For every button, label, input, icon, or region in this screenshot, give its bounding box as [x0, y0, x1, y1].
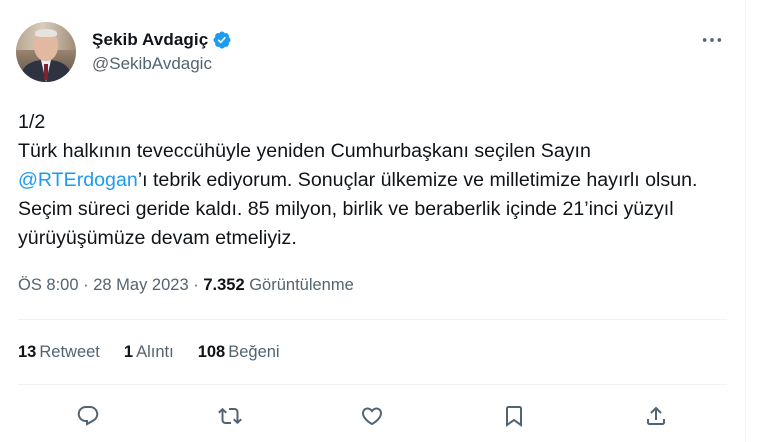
tweet-header: Şekib Avdagiç @SekibAvdagic: [16, 22, 232, 82]
retweets-count: 13: [18, 343, 37, 361]
views-label: Görüntülenme: [249, 276, 354, 294]
thread-index: 1/2: [18, 111, 46, 133]
retweets-label: Retweet: [39, 343, 100, 361]
share-button[interactable]: [636, 396, 676, 436]
meta-separator: ·: [83, 276, 89, 294]
tweet-date[interactable]: 28 May 2023: [93, 276, 188, 294]
retweet-button[interactable]: [210, 396, 250, 436]
tweet-card: Şekib Avdagiç @SekibAvdagic 1/2 Türk hal…: [0, 0, 746, 442]
likes-stat[interactable]: 108 Beğeni: [198, 343, 280, 362]
quotes-count: 1: [123, 343, 134, 361]
divider: [18, 319, 727, 320]
retweet-icon: [218, 407, 242, 425]
tweet-text-part1: Türk halkının teveccühüyle yeniden Cumhu…: [18, 140, 591, 162]
likes-label: Beğeni: [228, 343, 280, 361]
tweet-meta: ÖS 8:00 · 28 May 2023 · 7.352 Görüntülen…: [18, 276, 354, 295]
tweet-stats: 13 Retweet 1 Alıntı 108 Beğeni: [18, 343, 304, 362]
like-icon: [361, 407, 383, 426]
avatar[interactable]: [16, 22, 76, 82]
likes-count: 108: [197, 343, 226, 361]
quotes-label: Alıntı: [136, 343, 174, 361]
meta-separator-2: ·: [193, 276, 199, 294]
retweets-stat[interactable]: 13 Retweet: [18, 343, 100, 362]
user-handle[interactable]: @SekibAvdagic: [92, 54, 232, 74]
display-name[interactable]: Şekib Avdagiç: [92, 30, 208, 50]
mention-link[interactable]: @RTErdogan: [18, 169, 138, 191]
bookmark-button[interactable]: [494, 396, 534, 436]
reply-button[interactable]: [68, 396, 108, 436]
divider: [18, 384, 727, 385]
views-count: 7.352: [203, 276, 245, 294]
more-options-icon[interactable]: [700, 30, 724, 50]
bookmark-icon: [506, 406, 522, 427]
share-icon: [647, 406, 665, 425]
reply-icon: [77, 406, 99, 426]
like-button[interactable]: [352, 396, 392, 436]
tweet-time[interactable]: ÖS 8:00: [18, 276, 79, 294]
verified-badge-icon[interactable]: [212, 30, 232, 50]
tweet-text: 1/2 Türk halkının teveccühüyle yeniden C…: [18, 108, 728, 253]
action-bar: [0, 396, 746, 436]
author-names: Şekib Avdagiç @SekibAvdagic: [92, 30, 232, 74]
quotes-stat[interactable]: 1 Alıntı: [124, 343, 174, 362]
